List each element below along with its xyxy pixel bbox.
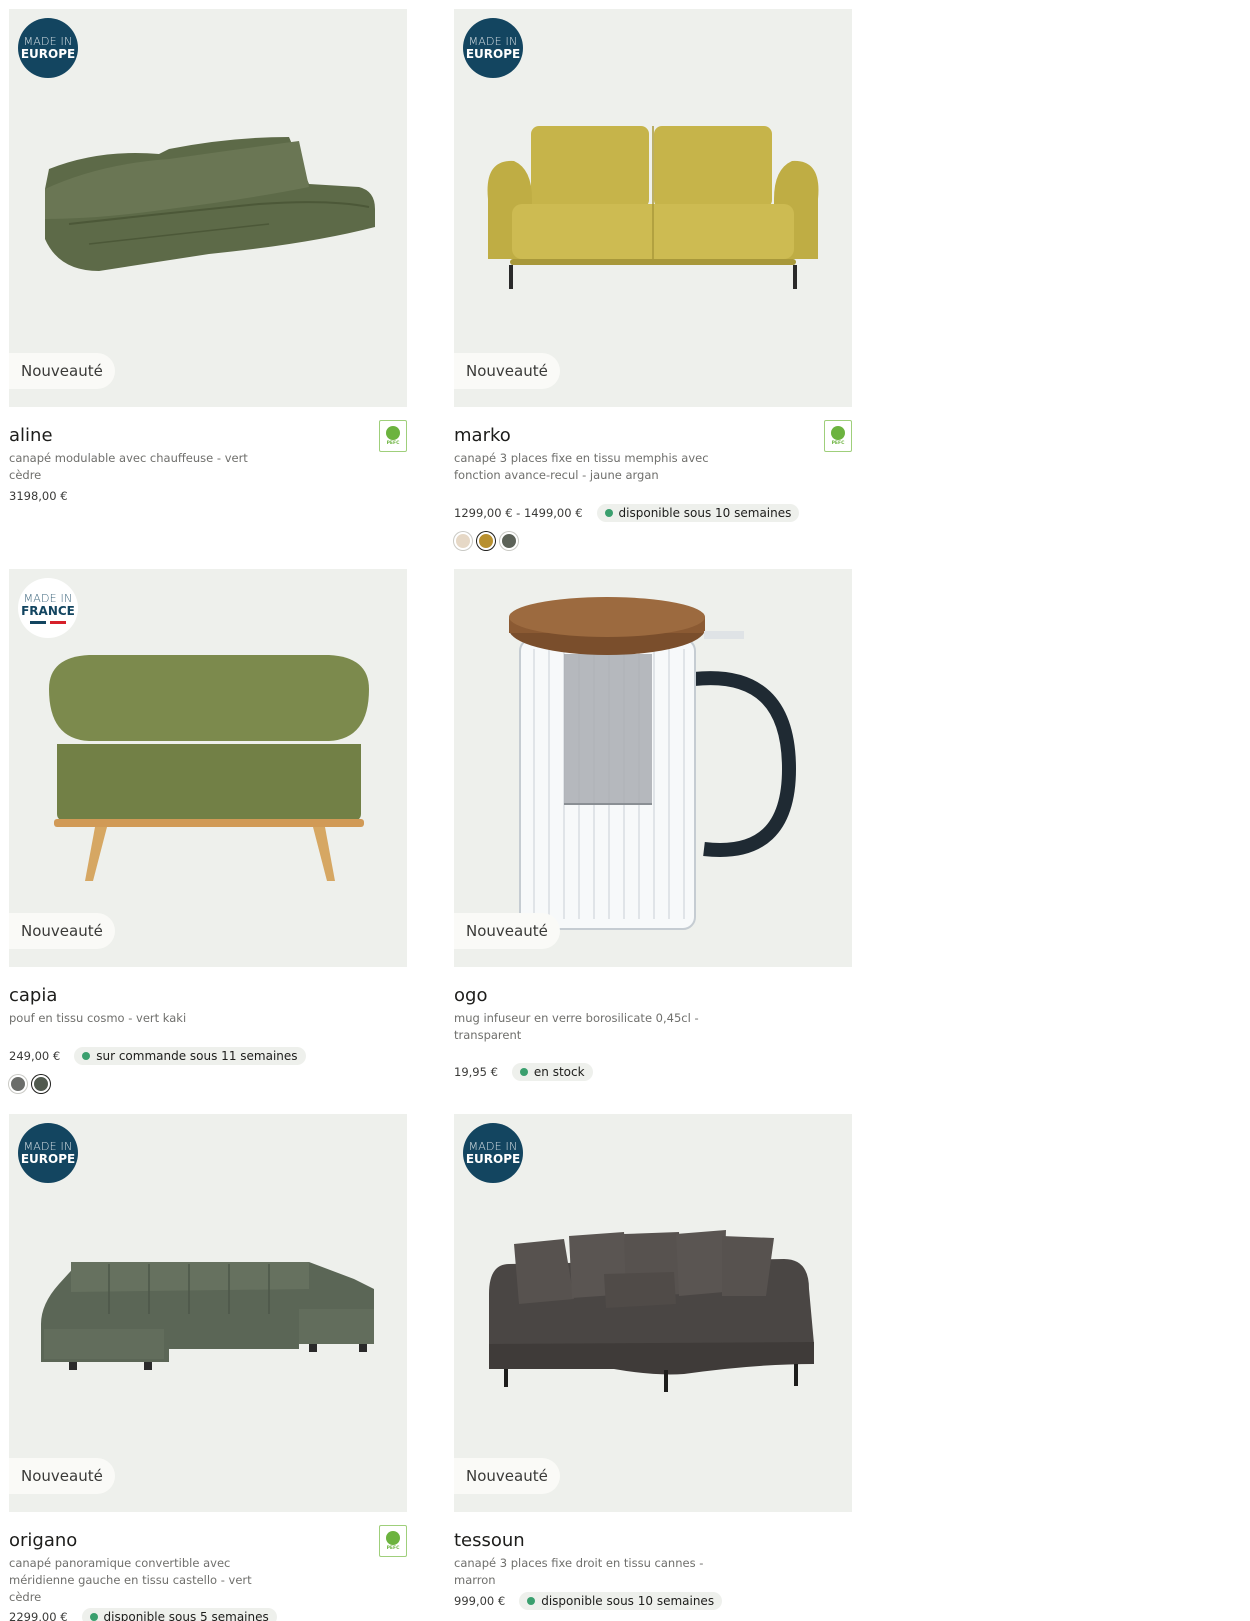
product-name[interactable]: ogo [454,985,487,1006]
new-badge: Nouveauté [454,353,560,389]
price-row: 1299,00 € - 1499,00 € disponible sous 10… [454,504,800,522]
product-name[interactable]: capia [9,985,57,1006]
new-badge: Nouveauté [9,353,115,389]
product-image[interactable]: MADE IN EUROPE Nouveauté [454,9,852,407]
pefc-icon: PEFC [379,420,407,452]
new-badge: Nouveauté [9,913,115,949]
status-dot-icon [519,1068,528,1076]
color-swatches [9,1075,50,1093]
product-price: 1299,00 € - 1499,00 € [454,506,583,520]
product-description: canapé 3 places fixe droit en tissu cann… [454,1556,704,1587]
product-description: canapé panoramique convertible avec méri… [9,1556,252,1604]
stock-badge: disponible sous 10 semaines [519,1592,723,1610]
product-image[interactable]: MADE IN EUROPE Nouveauté [9,9,407,407]
product-description: canapé 3 places fixe en tissu memphis av… [454,451,709,482]
product-price: 2299,00 € [9,1610,68,1621]
product-price: 19,95 € [454,1065,498,1079]
product-card-origano[interactable]: MADE IN EUROPE Nouveauté origano canapé … [9,1114,407,1621]
product-image[interactable]: Nouveauté [454,569,852,967]
new-badge: Nouveauté [454,913,560,949]
product-card-ogo[interactable]: Nouveauté ogo mug infuseur en verre boro… [454,569,852,1081]
status-dot-icon [527,1597,536,1605]
status-dot-icon [82,1052,91,1060]
pefc-icon: PEFC [379,1525,407,1557]
new-badge: Nouveauté [9,1458,115,1494]
product-price: 249,00 € [9,1049,61,1063]
price-row: 999,00 € disponible sous 10 semaines [454,1592,723,1610]
tree-icon [386,1531,400,1545]
status-dot-icon [604,509,613,517]
product-image[interactable]: MADE IN EUROPE Nouveauté [454,1114,852,1512]
product-price: 3198,00 € [9,489,68,503]
swatch-grey[interactable] [9,1075,27,1093]
stock-badge: sur commande sous 11 semaines [74,1047,306,1065]
stock-badge: en stock [511,1063,593,1081]
product-image[interactable]: MADE IN FRANCE Nouveauté [9,569,407,967]
product-card-marko[interactable]: MADE IN EUROPE Nouveauté marko canapé 3 … [454,9,852,550]
swatch-grey-green[interactable] [500,532,518,550]
pefc-icon: PEFC [824,420,852,452]
made-in-france-badge: MADE IN FRANCE [18,578,78,638]
price-row: 2299,00 € disponible sous 5 semaines [9,1608,277,1621]
tree-icon [831,426,845,440]
product-card-tessoun[interactable]: MADE IN EUROPE Nouveauté tessoun canapé … [454,1114,852,1610]
product-name[interactable]: tessoun [454,1530,525,1551]
product-description: mug infuseur en verre borosilicate 0,45c… [454,1011,699,1042]
stock-badge: disponible sous 5 semaines [81,1608,277,1621]
swatch-dark-green[interactable] [32,1075,50,1093]
made-in-europe-badge: MADE IN EUROPE [18,1123,78,1183]
product-name[interactable]: aline [9,425,53,446]
stock-badge: disponible sous 10 semaines [596,504,800,522]
made-in-europe-badge: MADE IN EUROPE [463,18,523,78]
made-in-europe-badge: MADE IN EUROPE [18,18,78,78]
infuser-mug-image [509,597,797,930]
product-grid: MADE IN EUROPE Nouveauté aline canapé mo… [0,0,1250,1621]
product-price: 999,00 € [454,1594,506,1608]
product-card-capia[interactable]: MADE IN FRANCE Nouveauté capia pouf en t… [9,569,407,1093]
color-swatches [454,532,518,550]
product-image[interactable]: MADE IN EUROPE Nouveauté [9,1114,407,1512]
new-badge: Nouveauté [454,1458,560,1494]
price-row: 249,00 € sur commande sous 11 semaines [9,1047,306,1065]
product-name[interactable]: origano [9,1530,77,1551]
made-in-europe-badge: MADE IN EUROPE [463,1123,523,1183]
tree-icon [386,426,400,440]
swatch-yellow[interactable] [477,532,495,550]
price-row: 3198,00 € [9,489,68,503]
product-description: pouf en tissu cosmo - vert kaki [9,1011,187,1025]
price-row: 19,95 € en stock [454,1063,593,1081]
product-description: canapé modulable avec chauffeuse - vert … [9,451,248,482]
swatch-beige[interactable] [454,532,472,550]
status-dot-icon [89,1613,98,1621]
product-name[interactable]: marko [454,425,511,446]
product-card-aline[interactable]: MADE IN EUROPE Nouveauté aline canapé mo… [9,9,407,503]
flag-icon [30,620,66,624]
